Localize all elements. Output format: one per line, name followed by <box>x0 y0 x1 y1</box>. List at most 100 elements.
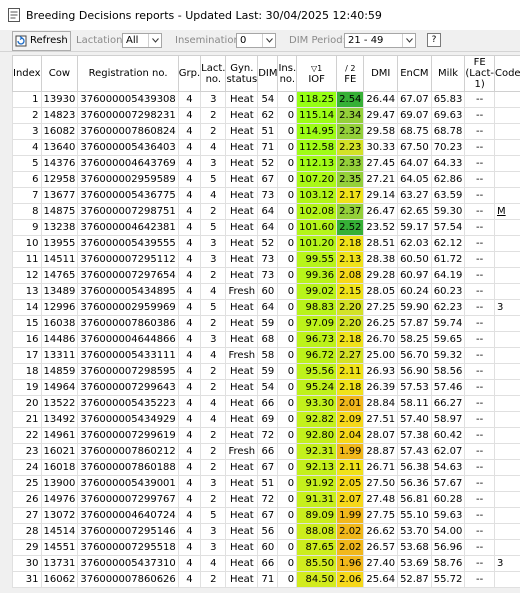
cell-gyn-status[interactable]: Heat <box>225 235 259 252</box>
cell-dmi[interactable]: 28.05 <box>363 283 399 300</box>
cell-registration[interactable]: 376000005437310 <box>77 555 179 572</box>
cell-dim[interactable]: 66 <box>257 555 279 572</box>
cell-iof[interactable]: 95.24 <box>296 379 338 396</box>
cell-gyn-status[interactable]: Heat <box>225 267 259 284</box>
cell-lact[interactable]: 4 <box>200 283 227 300</box>
cell-dim[interactable]: 67 <box>257 507 279 524</box>
cell-gyn-status[interactable]: Heat <box>225 363 259 380</box>
cell-code[interactable] <box>493 187 520 204</box>
cell-fe-lact[interactable]: -- <box>464 523 495 540</box>
cell-iof[interactable]: 92.82 <box>296 411 338 428</box>
cell-cow[interactable]: 13640 <box>40 139 79 156</box>
cell-dmi[interactable]: 26.62 <box>363 523 399 540</box>
cell-gyn-status[interactable]: Heat <box>225 379 259 396</box>
cell-dmi[interactable]: 28.87 <box>363 443 399 460</box>
cell-index[interactable]: 9 <box>12 219 42 236</box>
cell-cow[interactable]: 16021 <box>40 443 79 460</box>
cell-grp[interactable]: 4 <box>177 123 202 140</box>
cell-ins[interactable]: 0 <box>277 139 298 156</box>
cell-code[interactable] <box>493 251 520 268</box>
cell-lact[interactable]: 2 <box>200 203 227 220</box>
cell-lact[interactable]: 2 <box>200 571 227 588</box>
cell-gyn-status[interactable]: Heat <box>225 139 259 156</box>
cell-iof[interactable]: 84.50 <box>296 571 338 588</box>
cell-code[interactable] <box>493 107 520 124</box>
cell-milk[interactable]: 69.63 <box>430 107 466 124</box>
table-row[interactable]: 7 13677 376000005436775 4 4 Heat 73 0 103.12 2.17… <box>12 187 520 204</box>
cell-dmi[interactable]: 27.45 <box>363 155 399 172</box>
cell-lact[interactable]: 2 <box>200 379 227 396</box>
table-row[interactable]: 21 13492 376000005434929 4 4 Heat 69 0 92.82 2.09… <box>12 411 520 428</box>
cell-registration[interactable]: 376000007295518 <box>77 539 179 556</box>
cell-code[interactable] <box>493 395 520 412</box>
cell-lact[interactable]: 4 <box>200 139 227 156</box>
cell-cow[interactable]: 14486 <box>40 331 79 348</box>
cell-iof[interactable]: 102.08 <box>296 203 338 220</box>
cell-grp[interactable]: 4 <box>177 139 202 156</box>
cell-iof[interactable]: 118.25 <box>296 91 338 108</box>
table-row[interactable]: 29 14551 376000007295518 4 3 Heat 60 0 87.65 2.02… <box>12 539 520 556</box>
cell-grp[interactable]: 4 <box>177 331 202 348</box>
cell-registration[interactable]: 376000007295112 <box>77 251 179 268</box>
cell-milk[interactable]: 59.30 <box>430 203 466 220</box>
cell-dmi[interactable]: 27.25 <box>363 299 399 316</box>
cell-fe[interactable]: 2.20 <box>336 299 365 316</box>
table-row[interactable]: 2 14823 376000007298231 4 2 Heat 62 0 115.14 2.34… <box>12 107 520 124</box>
cell-grp[interactable]: 4 <box>177 443 202 460</box>
cell-fe-lact[interactable]: -- <box>464 267 495 284</box>
cell-registration[interactable]: 376000007299767 <box>77 491 179 508</box>
cell-registration[interactable]: 376000002959969 <box>77 299 179 316</box>
cell-lact[interactable]: 3 <box>200 539 227 556</box>
cell-fe[interactable]: 2.18 <box>336 331 365 348</box>
cell-fe[interactable]: 2.32 <box>336 123 365 140</box>
cell-encm[interactable]: 57.53 <box>397 379 432 396</box>
cell-fe-lact[interactable]: -- <box>464 107 495 124</box>
cell-code[interactable] <box>493 507 520 524</box>
cell-index[interactable]: 14 <box>12 299 42 316</box>
cell-fe-lact[interactable]: -- <box>464 411 495 428</box>
cell-fe[interactable]: 2.01 <box>336 395 365 412</box>
cell-fe[interactable]: 2.54 <box>336 91 365 108</box>
cell-gyn-status[interactable]: Heat <box>225 555 259 572</box>
cell-dmi[interactable]: 28.84 <box>363 395 399 412</box>
cell-fe[interactable]: 2.02 <box>336 539 365 556</box>
cell-registration[interactable]: 376000004644866 <box>77 331 179 348</box>
cell-cow[interactable]: 14859 <box>40 363 79 380</box>
cell-gyn-status[interactable]: Heat <box>225 123 259 140</box>
cell-dim[interactable]: 52 <box>257 235 279 252</box>
cell-dim[interactable]: 71 <box>257 571 279 588</box>
cell-code[interactable] <box>493 475 520 492</box>
cell-iof[interactable]: 107.20 <box>296 171 338 188</box>
cell-grp[interactable]: 4 <box>177 363 202 380</box>
cell-encm[interactable]: 69.07 <box>397 107 432 124</box>
cell-code[interactable] <box>493 139 520 156</box>
cell-fe[interactable]: 2.52 <box>336 219 365 236</box>
cell-registration[interactable]: 376000007860386 <box>77 315 179 332</box>
cell-dim[interactable]: 56 <box>257 523 279 540</box>
cell-lact[interactable]: 3 <box>200 331 227 348</box>
table-row[interactable]: 11 14511 376000007295112 4 3 Heat 73 0 99.55 2.13… <box>12 251 520 268</box>
cell-registration[interactable]: 376000007860188 <box>77 459 179 476</box>
cell-code[interactable]: M <box>493 203 520 220</box>
cell-fe-lact[interactable]: -- <box>464 363 495 380</box>
cell-ins[interactable]: 0 <box>277 475 298 492</box>
cell-fe-lact[interactable]: -- <box>464 155 495 172</box>
cell-index[interactable]: 22 <box>12 427 42 444</box>
cell-iof[interactable]: 85.50 <box>296 555 338 572</box>
cell-grp[interactable]: 4 <box>177 523 202 540</box>
cell-encm[interactable]: 57.38 <box>397 427 432 444</box>
cell-dim[interactable]: 73 <box>257 251 279 268</box>
cell-milk[interactable]: 63.59 <box>430 187 466 204</box>
cell-grp[interactable]: 4 <box>177 171 202 188</box>
cell-gyn-status[interactable]: Heat <box>225 539 259 556</box>
cell-dim[interactable]: 66 <box>257 395 279 412</box>
cell-ins[interactable]: 0 <box>277 219 298 236</box>
cell-grp[interactable]: 4 <box>177 427 202 444</box>
cell-grp[interactable]: 4 <box>177 459 202 476</box>
cell-dim[interactable]: 72 <box>257 427 279 444</box>
cell-cow[interactable]: 13072 <box>40 507 79 524</box>
cell-gyn-status[interactable]: Heat <box>225 251 259 268</box>
table-row[interactable]: 30 13731 376000005437310 4 4 Heat 66 0 85.50 1.96… <box>12 555 520 572</box>
cell-dim[interactable]: 69 <box>257 411 279 428</box>
help-button[interactable]: ? <box>427 33 441 47</box>
